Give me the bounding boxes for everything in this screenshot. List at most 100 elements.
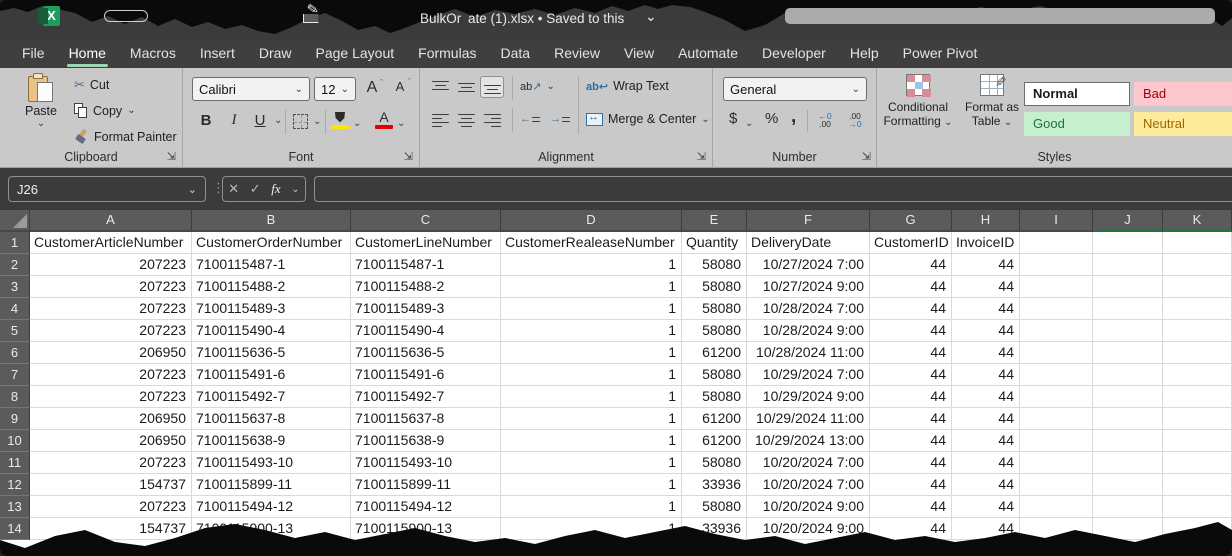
cell-A7[interactable]: 207223 <box>30 364 192 386</box>
cell-F4[interactable]: 10/28/2024 7:00 <box>747 298 870 320</box>
cell-A5[interactable]: 207223 <box>30 320 192 342</box>
cell-D12[interactable]: 1 <box>501 474 682 496</box>
cell-I6[interactable] <box>1020 342 1093 364</box>
alignment-dialog-launcher[interactable]: ⇲ <box>697 150 706 163</box>
format-painter-button[interactable]: Format Painter <box>74 129 177 144</box>
cell-F6[interactable]: 10/28/2024 11:00 <box>747 342 870 364</box>
cell-G1[interactable]: CustomerID <box>870 232 952 254</box>
cell-I1[interactable] <box>1020 232 1093 254</box>
align-right-button[interactable] <box>480 108 504 130</box>
font-color-button[interactable]: A <box>375 110 393 129</box>
cell-C4[interactable]: 7100115489-3 <box>351 298 501 320</box>
column-header-H[interactable]: H <box>952 210 1020 232</box>
underline-button[interactable]: U ⌄ <box>251 112 282 129</box>
row-header-5[interactable]: 5 <box>0 320 30 342</box>
clipboard-dialog-launcher[interactable]: ⇲ <box>167 150 176 163</box>
middle-align-button[interactable] <box>454 76 478 98</box>
merge-center-button[interactable]: Merge & Center ⌄ <box>586 112 710 126</box>
cell-K2[interactable] <box>1163 254 1232 276</box>
cell-I2[interactable] <box>1020 254 1093 276</box>
cell-F9[interactable]: 10/29/2024 11:00 <box>747 408 870 430</box>
cell-D14[interactable]: 1 <box>501 518 682 540</box>
style-chip-bad[interactable]: Bad <box>1134 82 1232 106</box>
cell-J9[interactable] <box>1093 408 1163 430</box>
number-format-combo[interactable]: General ⌄ <box>723 77 867 101</box>
cell-F12[interactable]: 10/20/2024 7:00 <box>747 474 870 496</box>
cell-C3[interactable]: 7100115488-2 <box>351 276 501 298</box>
cell-H10[interactable]: 44 <box>952 430 1020 452</box>
cell-K5[interactable] <box>1163 320 1232 342</box>
column-header-F[interactable]: F <box>747 210 870 232</box>
cell-K11[interactable] <box>1163 452 1232 474</box>
font-size-combo[interactable]: 12 ⌄ <box>314 77 356 101</box>
cell-A2[interactable]: 207223 <box>30 254 192 276</box>
column-header-G[interactable]: G <box>870 210 952 232</box>
underline-chevron-icon[interactable]: ⌄ <box>274 115 282 126</box>
cell-H14[interactable]: 44 <box>952 518 1020 540</box>
align-center-button[interactable] <box>454 108 478 130</box>
menu-tab-power-pivot[interactable]: Power Pivot <box>891 40 990 68</box>
cell-K1[interactable] <box>1163 232 1232 254</box>
cut-button[interactable]: ✂ Cut <box>74 77 109 93</box>
row-header-2[interactable]: 2 <box>0 254 30 276</box>
cell-C13[interactable]: 7100115494-12 <box>351 496 501 518</box>
cell-K3[interactable] <box>1163 276 1232 298</box>
cell-J14[interactable] <box>1093 518 1163 540</box>
cell-E13[interactable]: 58080 <box>682 496 747 518</box>
cell-D9[interactable]: 1 <box>501 408 682 430</box>
cell-A11[interactable]: 207223 <box>30 452 192 474</box>
search-box-fragment[interactable] <box>785 8 1215 24</box>
increase-decimal-button[interactable]: ←0 .00 <box>813 112 837 130</box>
cell-G12[interactable]: 44 <box>870 474 952 496</box>
font-color-chevron-icon[interactable]: ⌄ <box>397 118 405 129</box>
cell-J5[interactable] <box>1093 320 1163 342</box>
select-all-corner[interactable] <box>0 210 30 232</box>
cell-F7[interactable]: 10/29/2024 7:00 <box>747 364 870 386</box>
style-chip-good[interactable]: Good <box>1024 112 1130 136</box>
cell-D6[interactable]: 1 <box>501 342 682 364</box>
style-chip-normal[interactable]: Normal <box>1024 82 1130 106</box>
cell-G5[interactable]: 44 <box>870 320 952 342</box>
cell-B2[interactable]: 7100115487-1 <box>192 254 351 276</box>
row-header-13[interactable]: 13 <box>0 496 30 518</box>
font-dialog-launcher[interactable]: ⇲ <box>404 150 413 163</box>
cell-I7[interactable] <box>1020 364 1093 386</box>
cell-C11[interactable]: 7100115493-10 <box>351 452 501 474</box>
editing-mode-icon[interactable]: ✎ <box>303 3 325 23</box>
cell-I9[interactable] <box>1020 408 1093 430</box>
paste-button[interactable]: Paste ⌄ <box>18 74 64 140</box>
cell-G11[interactable]: 44 <box>870 452 952 474</box>
insert-function-button[interactable]: fx <box>271 181 280 197</box>
cell-B12[interactable]: 7100115899-11 <box>192 474 351 496</box>
cell-B14[interactable]: 7100115900-13 <box>192 518 351 540</box>
cell-E14[interactable]: 33936 <box>682 518 747 540</box>
cell-G14[interactable]: 44 <box>870 518 952 540</box>
cell-E4[interactable]: 58080 <box>682 298 747 320</box>
cell-D2[interactable]: 1 <box>501 254 682 276</box>
align-left-button[interactable] <box>428 108 452 130</box>
cell-E3[interactable]: 58080 <box>682 276 747 298</box>
grow-font-button[interactable]: Aˆ <box>363 79 383 97</box>
column-header-A[interactable]: A <box>30 210 192 232</box>
cell-J10[interactable] <box>1093 430 1163 452</box>
cell-C5[interactable]: 7100115490-4 <box>351 320 501 342</box>
cell-I3[interactable] <box>1020 276 1093 298</box>
column-header-E[interactable]: E <box>682 210 747 232</box>
conditional-formatting-button[interactable]: Conditional Formatting ⌄ <box>883 74 953 130</box>
cell-F11[interactable]: 10/20/2024 7:00 <box>747 452 870 474</box>
cell-D5[interactable]: 1 <box>501 320 682 342</box>
cell-H6[interactable]: 44 <box>952 342 1020 364</box>
column-header-I[interactable]: I <box>1020 210 1093 232</box>
cell-G13[interactable]: 44 <box>870 496 952 518</box>
row-header-14[interactable]: 14 <box>0 518 30 540</box>
borders-button[interactable]: ⌄ <box>293 114 321 129</box>
cell-G2[interactable]: 44 <box>870 254 952 276</box>
orientation-chevron-icon[interactable]: ⌄ <box>546 81 554 92</box>
row-header-8[interactable]: 8 <box>0 386 30 408</box>
top-align-button[interactable] <box>428 76 452 98</box>
decrease-decimal-button[interactable]: .00 →0 <box>843 112 867 130</box>
menu-tab-review[interactable]: Review <box>542 40 612 68</box>
cell-K6[interactable] <box>1163 342 1232 364</box>
cell-D8[interactable]: 1 <box>501 386 682 408</box>
cell-J4[interactable] <box>1093 298 1163 320</box>
